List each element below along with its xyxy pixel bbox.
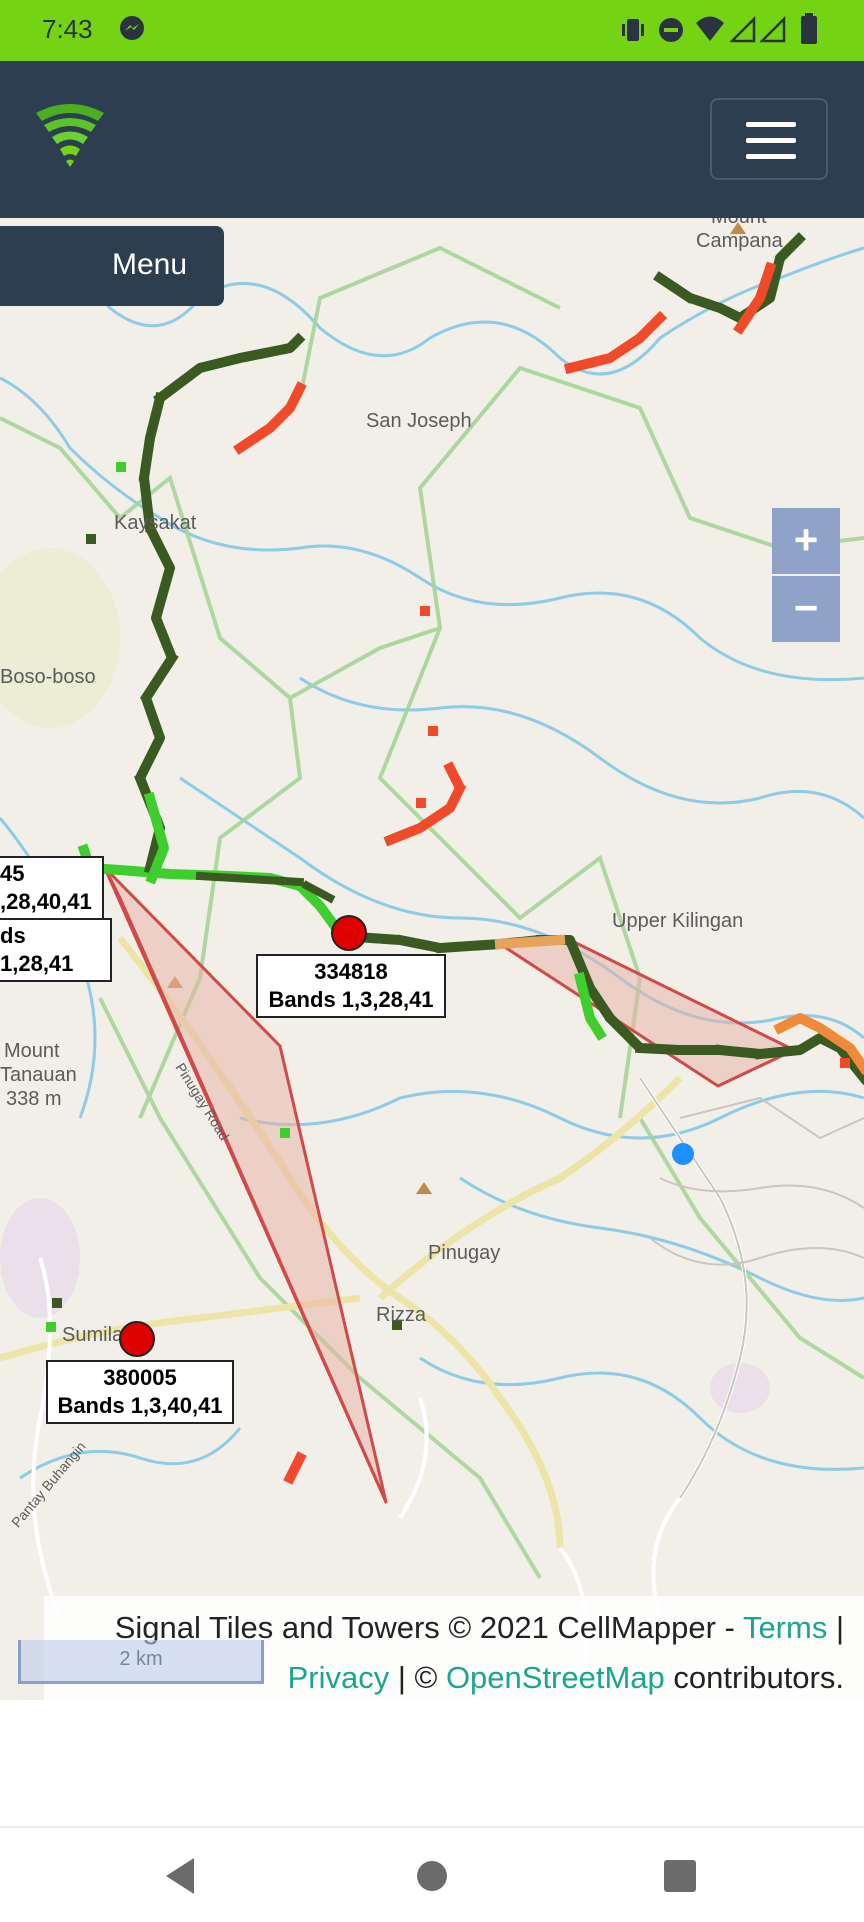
signal-icon — [730, 16, 756, 43]
place-label: 338 m — [6, 1088, 62, 1110]
cellmapper-logo-icon[interactable] — [34, 101, 106, 173]
home-icon[interactable] — [414, 1858, 450, 1894]
tower-bands: Bands 1,3,40,41 — [57, 1393, 223, 1418]
hamburger-menu-icon[interactable] — [710, 98, 828, 180]
attribution-separator: | © — [389, 1660, 446, 1695]
zoom-in-button[interactable]: + — [772, 508, 840, 574]
tower-label[interactable]: 334818 Bands 1,3,28,41 — [256, 954, 446, 1018]
wifi-icon — [696, 16, 724, 41]
coverage-map[interactable]: Mount Campana San Joseph Kaysakat Boso-b… — [0, 218, 864, 1700]
messenger-icon — [120, 16, 144, 40]
menu-label: Menu — [112, 248, 188, 281]
scale-label: 2 km — [119, 1648, 163, 1670]
place-label: Kaysakat — [114, 512, 197, 534]
do-not-disturb-icon — [659, 18, 683, 42]
place-label: Campana — [696, 230, 783, 252]
privacy-link[interactable]: Privacy — [288, 1660, 390, 1695]
system-navigation-bar — [0, 1826, 864, 1922]
place-label: Rizza — [376, 1304, 427, 1326]
tower-bands: ds 1,28,41 — [0, 923, 74, 976]
place-label: Pinugay — [428, 1242, 501, 1264]
recents-icon[interactable] — [662, 1858, 698, 1894]
tower-bands: Bands 1,3,28,41 — [268, 987, 434, 1012]
status-bar: 7:43 — [0, 0, 864, 61]
zoom-out-button[interactable]: − — [772, 576, 840, 642]
tower-id: 380005 — [103, 1365, 177, 1390]
tower-id: 334818 — [314, 959, 388, 984]
attribution-line-2: Privacy | © OpenStreetMap contributors. — [288, 1660, 844, 1696]
vibrate-icon — [622, 19, 644, 41]
tower-marker[interactable] — [118, 1320, 156, 1358]
tower-label-partial[interactable]: 45 ,28,40,41 — [0, 856, 104, 920]
openstreetmap-link[interactable]: OpenStreetMap — [446, 1660, 665, 1695]
tower-marker[interactable] — [330, 914, 368, 952]
place-label: Upper Kilingan — [612, 910, 744, 932]
tower-id: 45 — [0, 861, 25, 886]
place-label: San Joseph — [366, 410, 472, 432]
place-label: Mount — [711, 218, 767, 229]
place-label: Mount — [4, 1040, 60, 1062]
tower-bands: ,28,40,41 — [0, 889, 92, 914]
menu-button[interactable]: Menu — [0, 226, 224, 306]
map-scale-bar: 2 km — [18, 1640, 264, 1684]
status-time: 7:43 — [42, 14, 93, 44]
back-icon[interactable] — [162, 1856, 198, 1896]
place-label: Boso-boso — [0, 666, 96, 688]
attribution-text: contributors. — [664, 1660, 844, 1695]
battery-icon — [801, 13, 817, 44]
place-label: Tanauan — [0, 1064, 77, 1086]
tower-label[interactable]: 380005 Bands 1,3,40,41 — [46, 1360, 234, 1424]
terms-link[interactable]: Terms — [743, 1610, 827, 1645]
signal-icon — [760, 16, 786, 43]
attribution-separator: | — [827, 1610, 844, 1645]
tower-label-partial[interactable]: ds 1,28,41 — [0, 918, 112, 982]
